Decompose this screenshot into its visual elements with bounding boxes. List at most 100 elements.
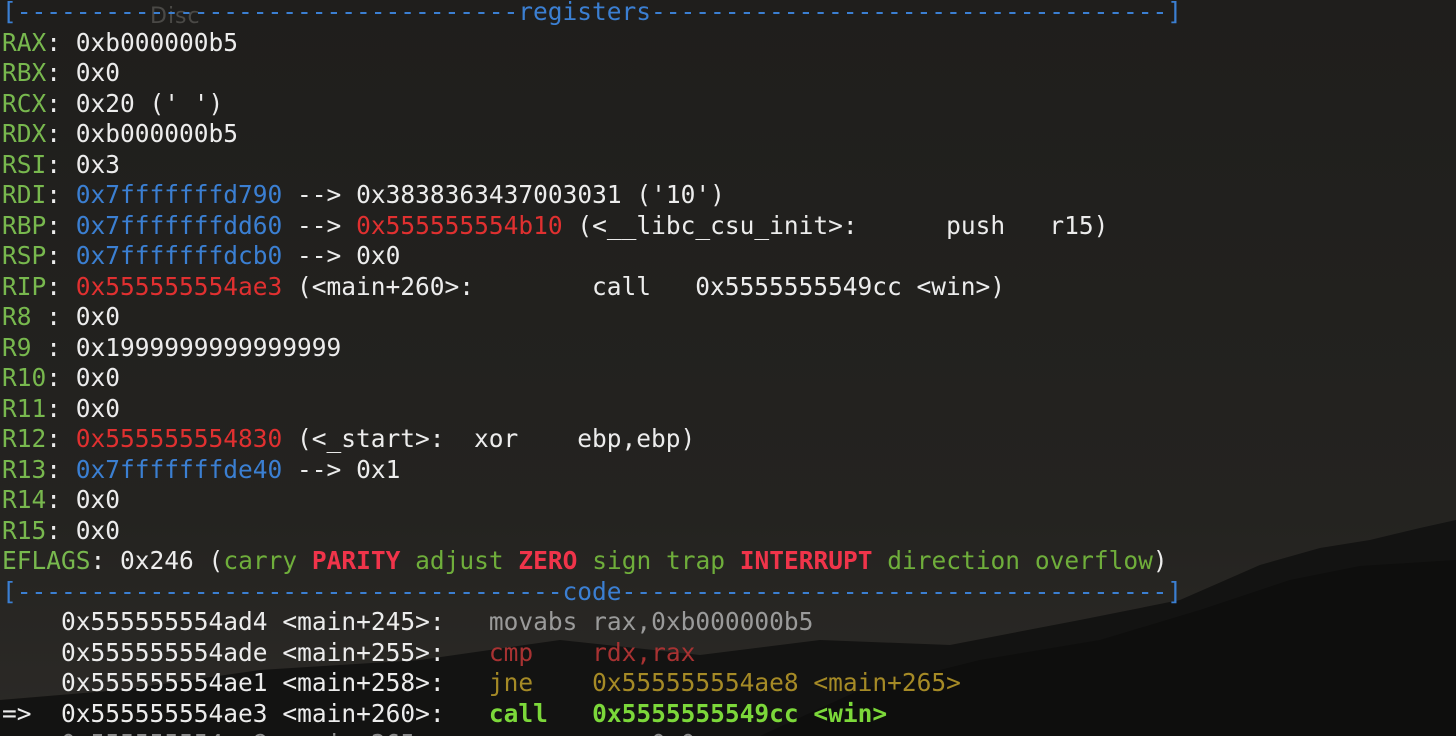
register-row: RAX: 0xb000000b5: [2, 28, 238, 59]
eflag-trap: trap: [665, 546, 725, 575]
register-name: RAX: [2, 27, 47, 57]
register-value: 0x0: [75, 58, 121, 87]
register-colon: :: [46, 180, 76, 209]
instruction-address: 0x555555554ae3: [61, 698, 268, 728]
register-row: R14: 0x0: [2, 485, 120, 516]
eflag-zero: ZERO: [518, 546, 578, 575]
code-separator: [-------------------------------------co…: [2, 576, 1183, 606]
flag-space: [651, 546, 666, 575]
instruction-row: 0x555555554ade <main+255>: cmp rdx,rax: [2, 638, 695, 669]
instruction-symbol: <main+245>:: [282, 607, 445, 636]
eflags-colon: :: [90, 546, 121, 575]
pad: [268, 729, 283, 736]
eflag-interrupt: INTERRUPT: [739, 546, 873, 575]
instruction-operands: 0x5555555549cc <win>: [592, 698, 888, 728]
instruction-mnemonic: call: [488, 698, 548, 728]
pad: [46, 668, 61, 697]
register-name: RDX: [2, 119, 47, 148]
register-row: R8 : 0x0: [2, 302, 120, 333]
pad: [445, 638, 489, 667]
eflag-carry: carry: [223, 546, 298, 575]
pointer-target: 0x555555554b10: [356, 210, 563, 240]
pointer-target: 0x0: [356, 241, 401, 270]
register-row: R9 : 0x1999999999999999: [2, 333, 341, 364]
pad: [445, 729, 489, 736]
register-value: 0x1999999999999999: [75, 332, 342, 362]
register-row: R13: 0x7fffffffde40 --> 0x1: [2, 455, 400, 486]
registers-header: [----------------------------------regis…: [2, 0, 1182, 28]
pad: [445, 668, 489, 697]
register-row: RBP: 0x7fffffffdd60 --> 0x555555554b10 (…: [2, 211, 1108, 242]
pointer-target: 0x3838363437003031 ('10'): [356, 180, 725, 209]
instruction-address: 0x555555554ae1: [61, 668, 268, 697]
register-row: RSI: 0x3: [2, 150, 120, 181]
eflag-overflow: overflow: [1034, 546, 1153, 575]
register-row: R11: 0x0: [2, 394, 120, 425]
register-row: RBX: 0x0: [2, 58, 120, 89]
code-header: [-------------------------------------co…: [2, 577, 1182, 608]
register-colon: :: [46, 149, 76, 179]
register-name: RBP: [2, 210, 47, 240]
register-name: R15: [2, 515, 47, 545]
register-colon: :: [46, 363, 76, 392]
register-name: R12: [2, 424, 47, 453]
instruction-address: 0x555555554ae8: [61, 729, 268, 736]
flag-space: [504, 546, 519, 575]
register-name: RDI: [2, 180, 47, 209]
register-colon: :: [46, 515, 76, 545]
flag-space: [725, 546, 740, 575]
pad: [445, 699, 489, 728]
register-value: 0x7fffffffdcb0: [75, 241, 283, 270]
register-name: R9: [2, 332, 47, 362]
flag-space: [400, 546, 415, 575]
register-colon: :: [46, 393, 76, 423]
register-colon: :: [46, 271, 76, 301]
pointer-target-detail: (<__libc_csu_init>: push r15): [562, 210, 1109, 240]
register-name: R13: [2, 454, 47, 484]
register-row: R12: 0x555555554830 (<_start>: xor ebp,e…: [2, 424, 695, 455]
pad: [268, 668, 283, 697]
instruction-address: 0x555555554ad4: [61, 607, 268, 636]
flag-space: [297, 546, 312, 575]
instruction-mnemonic: jne: [488, 668, 534, 697]
pointer-arrow: -->: [282, 454, 357, 484]
register-name: R8: [2, 302, 47, 331]
registers-separator: [----------------------------------regis…: [2, 0, 1183, 26]
register-row: RIP: 0x555555554ae3 (<main+260>: call 0x…: [2, 272, 1005, 303]
register-value: 0xb000000b5: [75, 27, 239, 57]
pad: [268, 638, 283, 667]
instruction-operands: rax,0xb000000b5: [592, 607, 814, 636]
register-value: 0x7fffffffde40: [75, 454, 283, 484]
pad: [46, 607, 61, 636]
pad: [46, 699, 61, 728]
register-value: 0x555555554830: [75, 424, 283, 453]
register-name: RBX: [2, 58, 47, 87]
pad: [445, 607, 489, 636]
register-value: 0x20 (' '): [75, 88, 224, 118]
pointer-arrow: -->: [282, 210, 357, 240]
flag-space: [577, 546, 592, 575]
register-value: 0x3: [75, 149, 121, 179]
register-row: RDX: 0xb000000b5: [2, 119, 238, 150]
register-colon: :: [46, 454, 76, 484]
register-colon: :: [46, 88, 76, 118]
eflag-parity: PARITY: [311, 546, 401, 575]
register-colon: :: [46, 119, 76, 148]
instruction-marker: [2, 729, 46, 736]
pointer-arrow: -->: [282, 180, 357, 209]
instruction-row: 0x555555554ae8 <main+265>: moveax,0x0: [2, 729, 695, 736]
register-value: 0x0: [75, 302, 121, 331]
register-name: R10: [2, 363, 47, 392]
instruction-mnemonic: cmp: [488, 637, 534, 667]
pointer-target: 0x1: [356, 454, 401, 484]
register-value: 0xb000000b5: [75, 119, 239, 148]
instruction-symbol: <main+260>:: [282, 698, 445, 728]
register-name: RIP: [2, 271, 47, 301]
eflags-open: (: [193, 546, 224, 575]
pad: [46, 729, 61, 736]
eflags-close: ): [1152, 546, 1168, 575]
register-colon: :: [46, 424, 76, 453]
instruction-marker: [2, 668, 46, 697]
register-value: 0x0: [75, 485, 121, 514]
register-detail: (<main+260>: call 0x5555555549cc <win>): [282, 271, 1006, 301]
